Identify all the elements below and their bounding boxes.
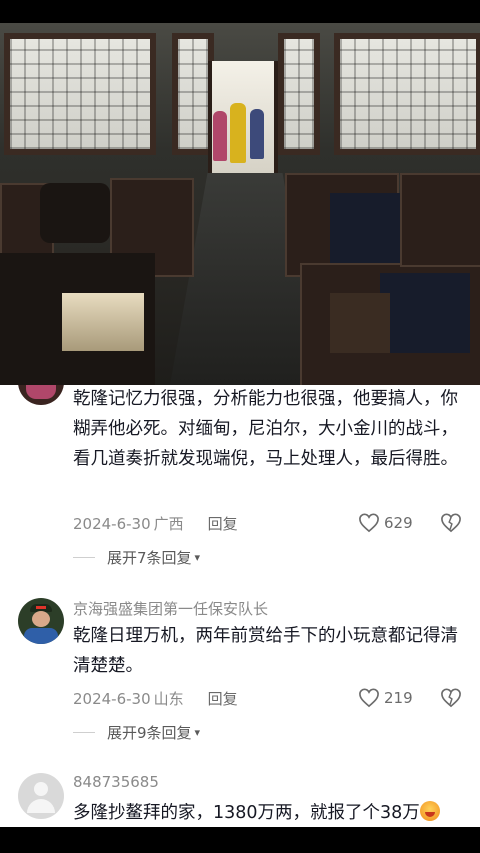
avatar[interactable] — [18, 385, 64, 405]
lattice-window — [4, 33, 156, 155]
heart-outline-icon — [359, 688, 379, 708]
chest — [40, 183, 110, 243]
comment-text: 乾隆记忆力很强，分析能力也很强，他要搞人，你糊弄他必死。对缅甸，尼泊尔，大小金川… — [73, 389, 458, 469]
figure — [213, 111, 227, 161]
bottom-bar — [0, 827, 480, 853]
like-count: 219 — [384, 689, 413, 707]
like-button[interactable]: 219 — [358, 688, 413, 708]
chevron-down-icon: ▾ — [194, 726, 201, 739]
comment-text: 多隆抄鳌拜的家，1380万两，就报了个38万 — [73, 798, 440, 827]
comment-meta: 2024-6-30 山东 回复 — [73, 688, 238, 709]
comment-text-content: 多隆抄鳌拜的家，1380万两，就报了个38万 — [73, 803, 420, 823]
lattice-window — [278, 33, 320, 155]
cloth — [380, 273, 470, 353]
cloth — [330, 193, 400, 263]
expand-replies-button[interactable]: 展开9条回复 ▾ — [73, 722, 200, 743]
expand-replies-button[interactable]: 展开7条回复 ▾ — [73, 547, 200, 568]
video-player[interactable] — [0, 23, 480, 385]
avatar[interactable] — [18, 773, 64, 819]
chair — [400, 173, 480, 267]
comment-text: 乾隆日理万机，两年前赏给手下的小玩意都记得清清楚楚。 — [73, 626, 458, 676]
comment-location: 山东 — [153, 690, 184, 708]
comment-date: 2024-6-30 — [73, 514, 151, 533]
chevron-down-icon: ▾ — [194, 551, 201, 564]
figure — [250, 109, 264, 159]
divider-line — [73, 557, 95, 558]
laughing-emoji-icon — [419, 801, 440, 821]
heart-outline-icon — [359, 513, 379, 533]
figure — [230, 103, 246, 163]
lattice-window — [334, 33, 480, 155]
comment-meta: 2024-6-30 广西 回复 — [73, 513, 238, 534]
comments-panel[interactable]: 乾隆记忆力很强，分析能力也很强，他要搞人，你糊弄他必死。对缅甸，尼泊尔，大小金川… — [0, 385, 480, 827]
dislike-button[interactable] — [440, 513, 462, 537]
divider-line — [73, 732, 95, 733]
reply-button[interactable]: 回复 — [208, 688, 238, 709]
dislike-button[interactable] — [440, 688, 462, 712]
broken-heart-icon — [441, 688, 461, 708]
username[interactable]: 京海强盛集团第一任保安队长 — [73, 598, 268, 619]
like-count: 629 — [384, 514, 413, 532]
comment-location: 广西 — [153, 515, 184, 533]
comment-date: 2024-6-30 — [73, 689, 151, 708]
like-button[interactable]: 629 — [358, 513, 413, 533]
broken-heart-icon — [441, 513, 461, 533]
reply-button[interactable]: 回复 — [208, 513, 238, 534]
expand-replies-label: 展开7条回复 — [107, 549, 192, 567]
avatar[interactable] — [18, 598, 64, 644]
username[interactable]: 848735685 — [73, 773, 159, 791]
book-box — [62, 293, 144, 351]
curio-box — [330, 293, 390, 353]
expand-replies-label: 展开9条回复 — [107, 724, 192, 742]
